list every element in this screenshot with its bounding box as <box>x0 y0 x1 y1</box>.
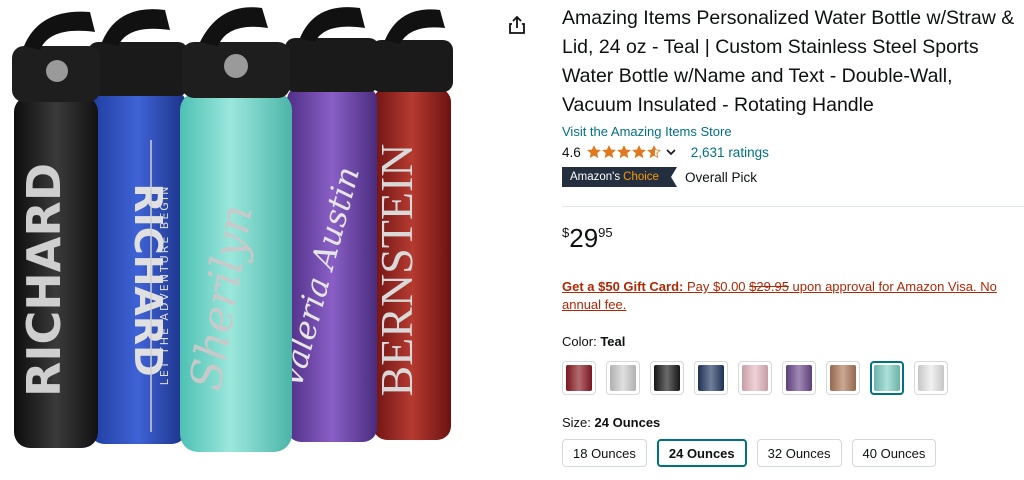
swatch-chip <box>830 365 856 391</box>
swatch-chip <box>566 365 592 391</box>
color-label: Color: Teal <box>562 334 1024 349</box>
swatch-chip <box>698 365 724 391</box>
color-swatch-red[interactable] <box>562 361 596 395</box>
swatch-chip <box>654 365 680 391</box>
color-swatch-pink[interactable] <box>738 361 772 395</box>
ratings-count-link[interactable]: 2,631 ratings <box>691 145 769 160</box>
color-prefix: Color: <box>562 334 597 349</box>
bottle-red: BERNSTEIN <box>371 9 453 440</box>
gift-pre: Pay $0.00 <box>683 279 750 294</box>
price-whole: 29 <box>569 223 599 253</box>
swatch-chip <box>742 365 768 391</box>
size-option[interactable]: 32 Ounces <box>756 439 842 467</box>
star-icon <box>631 145 646 159</box>
color-swatch-white[interactable] <box>914 361 948 395</box>
size-option[interactable]: 18 Ounces <box>562 439 647 467</box>
bottle-black: RICHARD <box>12 11 100 448</box>
badge-text: Overall Pick <box>684 169 757 185</box>
size-prefix: Size: <box>562 415 591 430</box>
size-options: 18 Ounces 24 Ounces 32 Ounces 40 Ounces <box>562 439 1024 467</box>
svg-text:LET THE ADVENTURE BEGIN: LET THE ADVENTURE BEGIN <box>158 185 171 386</box>
size-option[interactable]: 24 Ounces <box>656 439 747 467</box>
price: $ 29 95 <box>562 223 1024 255</box>
gift-bold: Get a $50 Gift Card: <box>562 279 684 294</box>
gift-card-offer[interactable]: Get a $50 Gift Card: Pay $0.00 $29.95 up… <box>562 278 1012 314</box>
size-option[interactable]: 40 Ounces <box>851 439 937 467</box>
color-swatch-black[interactable] <box>650 361 684 395</box>
size-label: Size: 24 Ounces <box>562 415 1024 430</box>
price-symbol: $ <box>562 225 570 240</box>
product-details: Amazing Items Personalized Water Bottle … <box>562 0 1024 467</box>
color-swatch-copper[interactable] <box>826 361 860 395</box>
share-icon[interactable] <box>506 14 528 36</box>
rating-stars[interactable] <box>586 145 662 159</box>
swatch-chip <box>918 365 944 391</box>
star-icon <box>646 145 661 159</box>
color-value: Teal <box>600 334 626 349</box>
color-swatch-stainless[interactable] <box>606 361 640 395</box>
star-icon <box>601 145 616 159</box>
svg-text:BERNSTEIN: BERNSTEIN <box>371 144 422 397</box>
color-swatch-navy[interactable] <box>694 361 728 395</box>
bottle-teal: Sherilyn <box>180 7 292 452</box>
swatch-chip <box>874 365 900 391</box>
store-link[interactable]: Visit the Amazing Items Store <box>562 124 1024 139</box>
divider <box>562 206 1024 207</box>
svg-text:RICHARD: RICHARD <box>17 163 71 397</box>
bottle-blue: RICHARD LET THE ADVENTURE BEGIN <box>88 9 188 444</box>
amazons-choice-badge[interactable]: Amazon's Choice <box>562 167 677 187</box>
color-swatch-teal[interactable] <box>870 361 904 395</box>
star-icon <box>616 145 631 159</box>
badge-choice: Choice <box>623 171 659 183</box>
gift-strike: $29.95 <box>749 279 789 294</box>
swatch-chip <box>610 365 636 391</box>
rating-value: 4.6 <box>562 144 581 160</box>
product-title: Amazing Items Personalized Water Bottle … <box>562 7 1015 116</box>
color-swatches <box>562 361 1024 397</box>
rating-row: 4.6 2,631 ratings <box>562 142 1024 162</box>
price-fraction: 95 <box>598 225 613 240</box>
color-swatch-purple[interactable] <box>782 361 816 395</box>
chevron-down-icon[interactable] <box>665 146 677 158</box>
swatch-chip <box>786 365 812 391</box>
size-value: 24 Ounces <box>594 415 661 430</box>
badge-prefix: Amazon's <box>570 171 621 183</box>
star-icon <box>586 145 601 159</box>
badge-row: Amazon's Choice Overall Pick <box>562 166 1024 188</box>
product-image: BERNSTEIN Valeria Austin RICHARD LET THE… <box>12 7 453 452</box>
